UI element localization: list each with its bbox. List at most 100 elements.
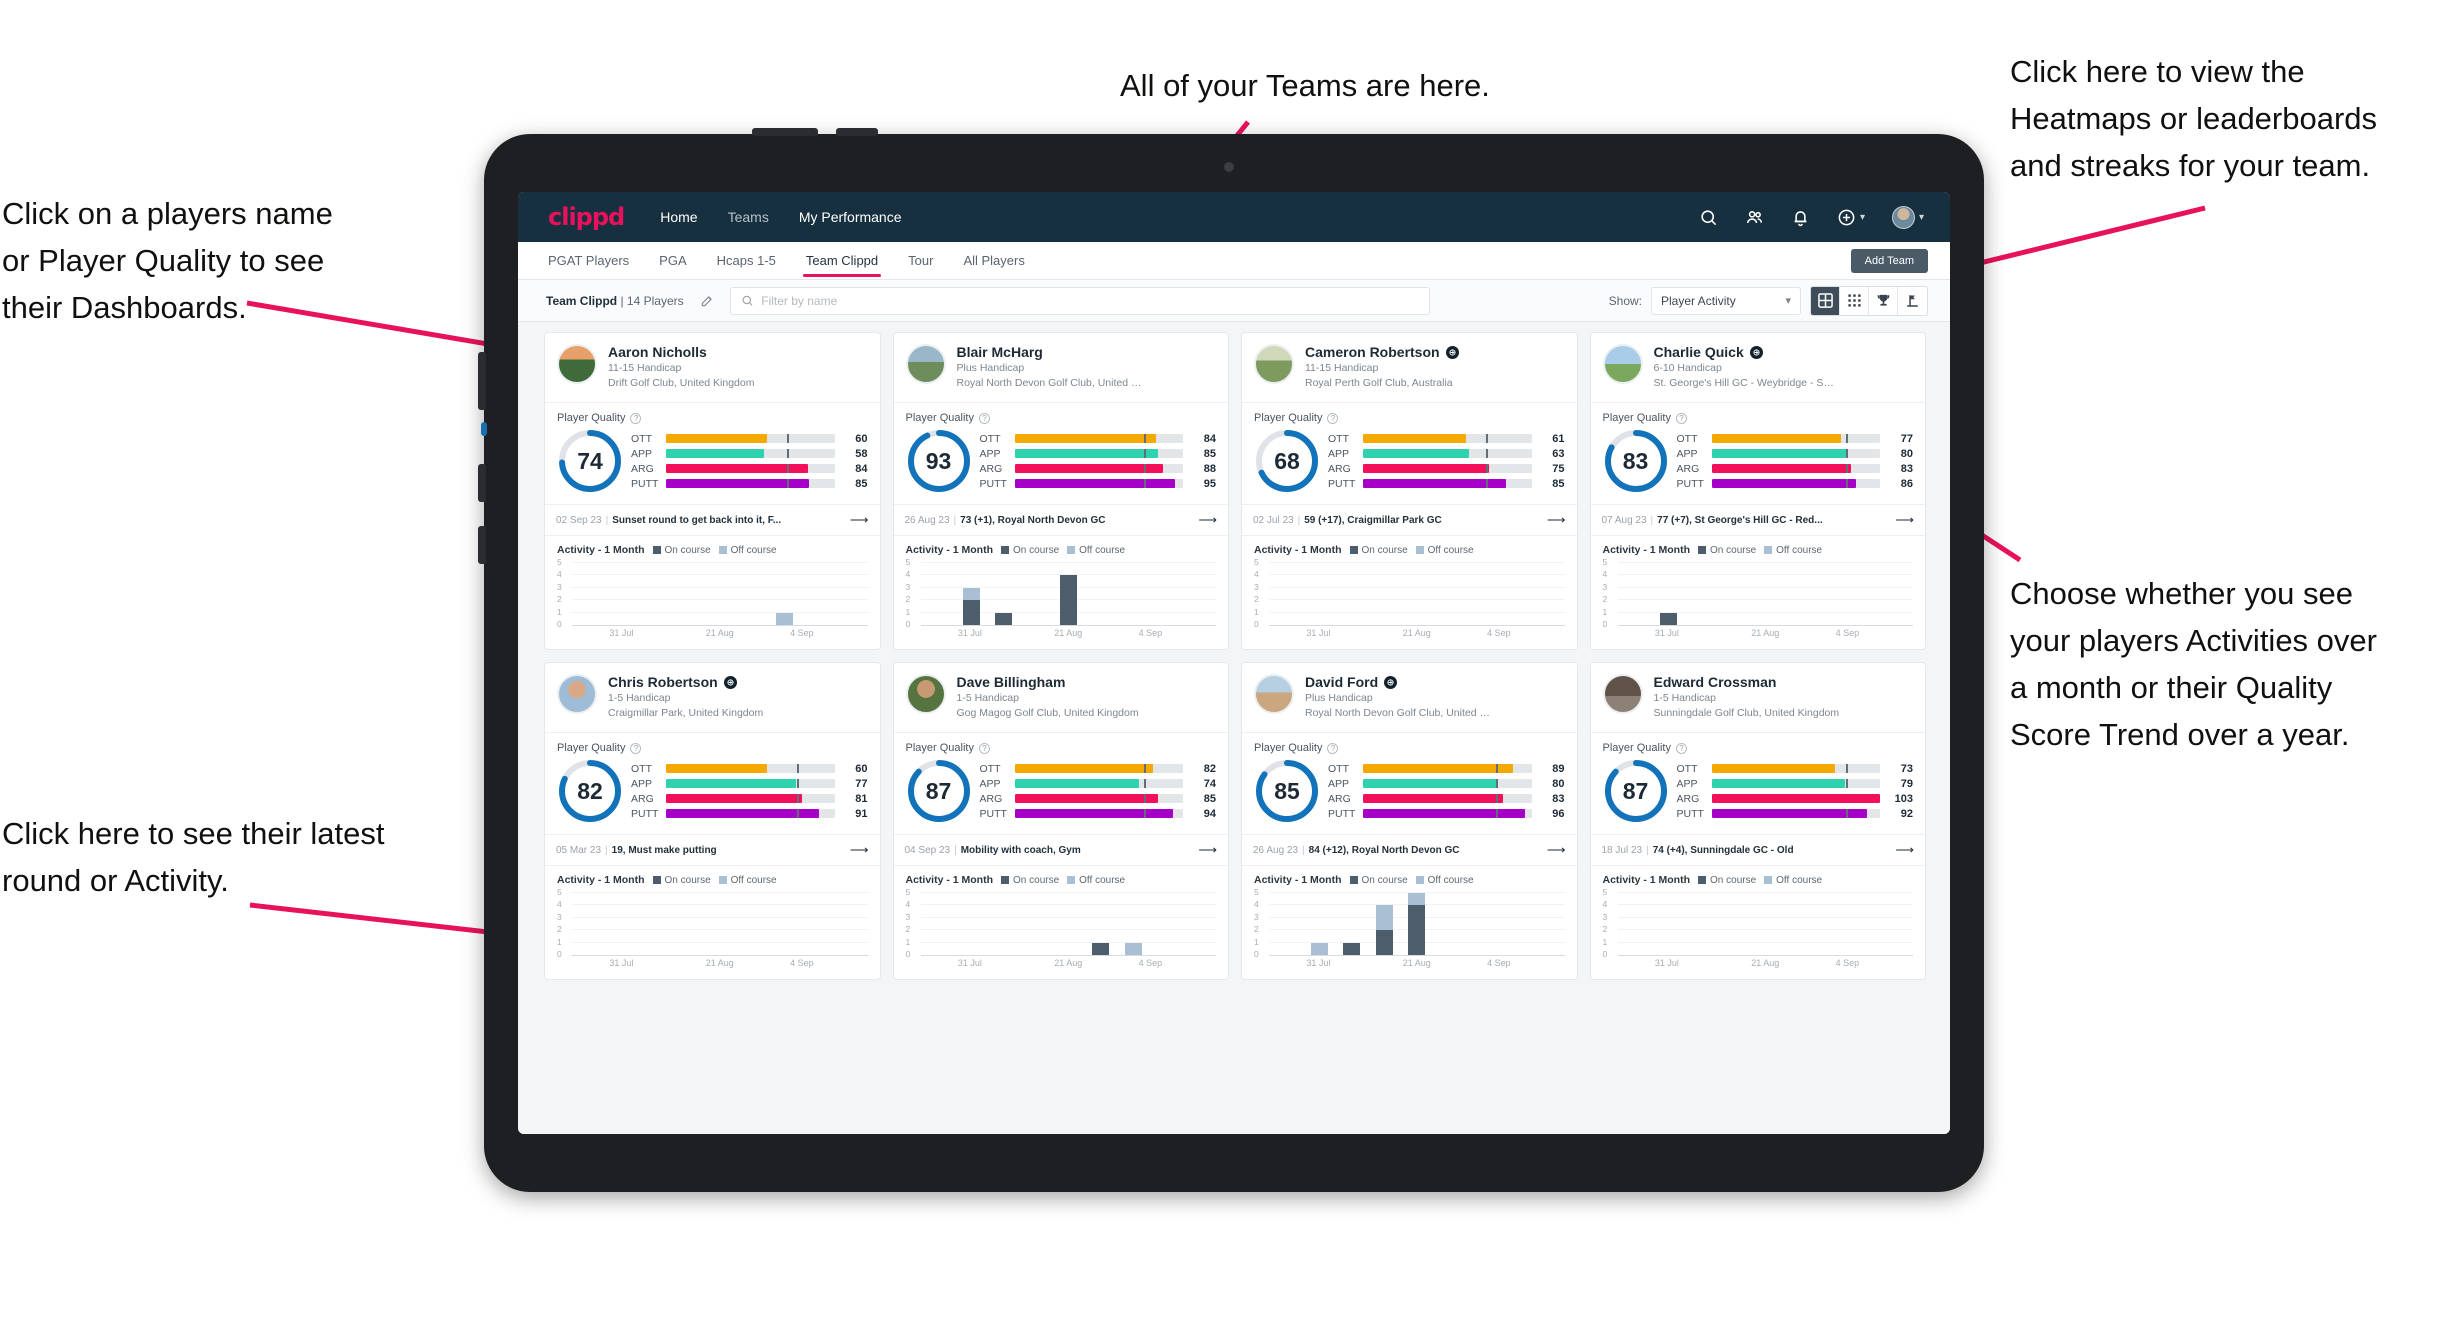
nav-link-home[interactable]: Home — [660, 209, 697, 225]
player-name-row[interactable]: Dave Billingham — [957, 674, 1139, 690]
quality-score-ring[interactable]: 85 — [1254, 758, 1320, 824]
avatar[interactable] — [557, 344, 597, 384]
plus-circle-icon[interactable] — [1837, 208, 1856, 227]
arrow-right-icon[interactable]: ⟶ — [841, 512, 869, 528]
player-name[interactable]: David Ford — [1305, 674, 1378, 690]
clippd-logo[interactable]: clippd — [548, 203, 625, 231]
player-name-row[interactable]: Chris Robertson — [608, 674, 763, 690]
arrow-right-icon[interactable]: ⟶ — [1538, 512, 1566, 528]
quality-score-ring[interactable]: 68 — [1254, 428, 1320, 494]
avatar[interactable] — [1602, 344, 1643, 384]
player-card[interactable]: Dave Billingham 1-5 Handicap Gog Magog G… — [892, 662, 1229, 980]
avatar[interactable] — [905, 674, 946, 714]
help-icon[interactable]: ? — [1327, 742, 1339, 754]
trophy-icon-button[interactable] — [1869, 286, 1898, 315]
avatar[interactable] — [1602, 674, 1643, 714]
help-icon[interactable]: ? — [978, 412, 990, 424]
player-card-header[interactable]: Edward Crossman 1-5 Handicap Sunningdale… — [1591, 663, 1926, 732]
player-card[interactable]: Cameron Robertson 11-15 Handicap Royal P… — [1241, 332, 1578, 650]
player-card-header[interactable]: Charlie Quick 6-10 Handicap St. George's… — [1591, 333, 1926, 402]
tab-hcaps-1-5[interactable]: Hcaps 1-5 — [717, 242, 776, 280]
quality-score-ring[interactable]: 83 — [1603, 428, 1669, 494]
bell-icon[interactable] — [1791, 208, 1810, 227]
avatar[interactable] — [905, 344, 946, 384]
arrow-right-icon[interactable]: ⟶ — [1538, 842, 1566, 858]
player-card[interactable]: Chris Robertson 1-5 Handicap Craigmillar… — [544, 662, 881, 980]
arrow-right-icon[interactable]: ⟶ — [1886, 512, 1914, 528]
help-icon[interactable]: ? — [630, 412, 642, 424]
player-name-row[interactable]: Blair McHarg — [957, 344, 1143, 360]
player-card[interactable]: Edward Crossman 1-5 Handicap Sunningdale… — [1589, 662, 1926, 980]
search-field-wrapper[interactable] — [729, 286, 1430, 315]
player-quality-section[interactable]: Player Quality ? 93 OTT 84 APP 85 ARG 88… — [894, 403, 1229, 504]
show-select[interactable]: Player Activity ▾ — [1651, 286, 1801, 315]
player-quality-section[interactable]: Player Quality ? 87 OTT — [894, 733, 1229, 834]
player-name[interactable]: Dave Billingham — [957, 674, 1066, 690]
player-card[interactable]: Charlie Quick 6-10 Handicap St. George's… — [1589, 332, 1926, 650]
player-quality-section[interactable]: Player Quality ? 68 OTT 61 APP 63 ARG 75… — [1242, 403, 1577, 504]
player-card-header[interactable]: Dave Billingham 1-5 Handicap Gog Magog G… — [894, 663, 1229, 732]
latest-round-row[interactable]: 26 Aug 23 | 73 (+1), Royal North Devon G… — [893, 504, 1228, 536]
player-quality-section[interactable]: Player Quality ? 85 OTT 89 APP 80 ARG 83… — [1242, 733, 1577, 834]
nav-link-teams[interactable]: Teams — [728, 209, 769, 225]
player-name[interactable]: Cameron Robertson — [1305, 344, 1440, 360]
arrow-right-icon[interactable]: ⟶ — [1189, 842, 1217, 858]
player-name[interactable]: Charlie Quick — [1654, 344, 1744, 360]
help-icon[interactable]: ? — [978, 742, 990, 754]
large-grid-view-button[interactable] — [1811, 286, 1840, 315]
tab-pga[interactable]: PGA — [659, 242, 686, 280]
avatar[interactable] — [557, 674, 597, 714]
tab-team-clippd[interactable]: Team Clippd — [802, 242, 882, 280]
player-quality-section[interactable]: Player Quality ? 82 OTT 60 APP 77 ARG 81… — [545, 733, 880, 834]
pencil-icon[interactable] — [694, 288, 720, 314]
people-icon[interactable] — [1745, 208, 1764, 227]
tab-tour[interactable]: Tour — [908, 242, 933, 280]
quality-score-ring[interactable]: 93 — [906, 428, 972, 494]
help-icon[interactable]: ? — [1327, 412, 1339, 424]
latest-round-row[interactable]: 26 Aug 23 | 84 (+12), Royal North Devon … — [1242, 834, 1577, 866]
arrow-right-icon[interactable]: ⟶ — [1886, 842, 1914, 858]
avatar[interactable] — [1254, 344, 1294, 384]
arrow-right-icon[interactable]: ⟶ — [841, 842, 869, 858]
help-icon[interactable]: ? — [1675, 412, 1687, 424]
avatar[interactable] — [1891, 205, 1915, 229]
player-name-row[interactable]: David Ford — [1305, 674, 1491, 690]
quality-score-ring[interactable]: 87 — [906, 758, 972, 824]
heatmap-flag-icon-button[interactable] — [1898, 287, 1927, 315]
player-card-header[interactable]: Chris Robertson 1-5 Handicap Craigmillar… — [545, 663, 880, 732]
latest-round-row[interactable]: 07 Aug 23 | 77 (+7), St George's Hill GC… — [1590, 504, 1925, 536]
player-quality-section[interactable]: Player Quality ? 74 OTT 60 APP 58 ARG 84… — [545, 403, 880, 504]
player-name-row[interactable]: Edward Crossman — [1654, 674, 1840, 690]
player-name[interactable]: Aaron Nicholls — [608, 344, 707, 360]
player-name-row[interactable]: Cameron Robertson — [1305, 344, 1459, 360]
tab-pgat-players[interactable]: PGAT Players — [548, 242, 629, 280]
nav-link-my-performance[interactable]: My Performance — [799, 209, 902, 225]
search-icon[interactable] — [1699, 208, 1718, 227]
arrow-right-icon[interactable]: ⟶ — [1189, 512, 1217, 528]
player-card[interactable]: Aaron Nicholls 11-15 Handicap Drift Golf… — [544, 332, 881, 650]
player-name[interactable]: Chris Robertson — [608, 674, 718, 690]
quality-score-ring[interactable]: 74 — [557, 428, 623, 494]
latest-round-row[interactable]: 05 Mar 23 | 19, Must make putting ⟶ — [545, 834, 880, 866]
tab-all-players[interactable]: All Players — [963, 242, 1024, 280]
player-name[interactable]: Edward Crossman — [1654, 674, 1777, 690]
latest-round-row[interactable]: 04 Sep 23 | Mobility with coach, Gym ⟶ — [893, 834, 1228, 866]
player-card[interactable]: David Ford Plus Handicap Royal North Dev… — [1241, 662, 1578, 980]
player-quality-section[interactable]: Player Quality ? 87 OTT — [1591, 733, 1926, 834]
add-menu[interactable]: ▾ — [1837, 208, 1865, 227]
player-card-header[interactable]: Aaron Nicholls 11-15 Handicap Drift Golf… — [545, 333, 880, 402]
player-card-header[interactable]: Blair McHarg Plus Handicap Royal North D… — [894, 333, 1229, 402]
small-grid-view-button[interactable] — [1840, 286, 1869, 315]
player-name-row[interactable]: Charlie Quick — [1654, 344, 1840, 360]
avatar[interactable] — [1254, 674, 1294, 714]
quality-score-ring[interactable]: 87 — [1603, 758, 1669, 824]
search-input[interactable] — [761, 293, 1419, 308]
player-card[interactable]: Blair McHarg Plus Handicap Royal North D… — [892, 332, 1229, 650]
player-name-row[interactable]: Aaron Nicholls — [608, 344, 754, 360]
help-icon[interactable]: ? — [630, 742, 642, 754]
user-menu[interactable]: ▾ — [1891, 205, 1924, 229]
add-team-button[interactable]: Add Team — [1850, 248, 1928, 273]
player-quality-section[interactable]: Player Quality ? 83 OTT 77 APP 80 ARG 83… — [1591, 403, 1926, 504]
player-card-header[interactable]: Cameron Robertson 11-15 Handicap Royal P… — [1242, 333, 1577, 402]
latest-round-row[interactable]: 02 Jul 23 | 59 (+17), Craigmillar Park G… — [1242, 504, 1577, 536]
